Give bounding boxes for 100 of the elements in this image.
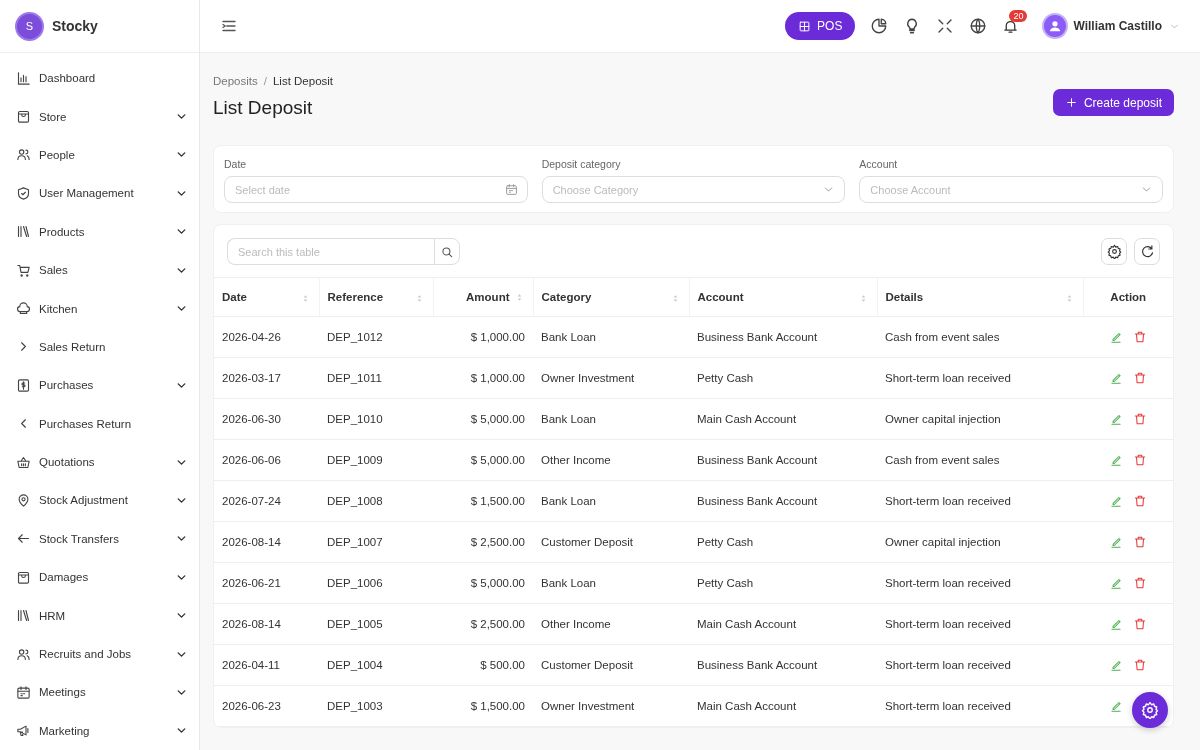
refresh-icon [1139,244,1155,259]
trash-icon[interactable] [1133,658,1147,672]
sidebar-item[interactable]: Recruits and Jobs [0,634,199,674]
megaphone-icon [16,723,31,739]
search-icon [440,244,454,259]
table-cell: DEP_1008 [319,480,433,522]
table-cell: 2026-06-30 [214,398,319,440]
sidebar-item[interactable]: Kitchen [0,289,199,328]
table-cell: Petty Cash [689,357,877,399]
bag-icon [16,569,31,585]
edit-icon[interactable] [1109,535,1123,549]
table-cell: Business Bank Account [689,644,877,686]
sidebar-item[interactable]: Purchases [0,366,199,405]
field-label: Deposit category [541,158,622,170]
table-cell: DEP_1005 [319,603,433,645]
table-cell: DEP_1011 [319,357,433,399]
sidebar-item[interactable]: Products [0,212,199,251]
bag-icon [16,109,31,125]
select-field[interactable]: Choose Category [541,176,846,203]
edit-icon[interactable] [1109,658,1123,672]
edit-icon[interactable] [1109,494,1123,508]
people-icon [16,147,31,163]
sidebar-item[interactable]: User Management [0,174,199,213]
date-field[interactable]: Select date [224,176,528,203]
table-cell: Owner capital injection [877,521,1083,563]
sidebar-item[interactable]: Sales [0,250,199,290]
sidebar-item[interactable]: Quotations [0,442,199,482]
trash-icon[interactable] [1133,330,1147,344]
trash-icon[interactable] [1133,371,1147,385]
table-cell: $ 5,000.00 [433,398,533,440]
trash-icon[interactable] [1133,494,1147,508]
trash-icon[interactable] [1133,535,1147,549]
field-label: Account [859,158,899,170]
column-header[interactable]: Reference [319,277,433,317]
table-cell: Bank Loan [533,398,689,440]
pie-chart-icon[interactable] [870,17,889,35]
select-field[interactable]: Choose Account [859,176,1163,203]
sidebar-item[interactable]: Sales Return [0,327,199,367]
column-header[interactable]: Amount [433,277,533,317]
chart-icon [16,70,31,86]
settings-button[interactable] [1101,238,1127,265]
table-cell: Short-term loan received [877,562,1083,604]
sidebar-item[interactable]: Marketing [0,711,199,750]
sidebar-item[interactable]: Stock Adjustment [0,481,199,520]
globe-icon[interactable] [969,17,988,35]
chef-hat-icon [16,301,31,317]
edit-icon[interactable] [1109,699,1123,713]
trash-icon[interactable] [1133,617,1147,631]
create-button[interactable]: Create deposit [1052,89,1174,116]
table-cell: Main Cash Account [689,603,877,645]
table-cell: Owner capital injection [877,398,1083,440]
calendar-icon [16,684,31,700]
people-icon [16,646,31,662]
table-cell: 2026-04-26 [214,316,319,358]
table-cell: Bank Loan [533,562,689,604]
table-cell: Cash from event sales [877,316,1083,358]
edit-icon[interactable] [1109,576,1123,590]
edit-icon[interactable] [1109,412,1123,426]
table-cell: DEP_1004 [319,644,433,686]
edit-icon[interactable] [1109,453,1123,467]
column-header[interactable]: Details [877,277,1083,317]
table-cell: 2026-06-21 [214,562,319,604]
sidebar-item[interactable]: Dashboard [0,59,199,98]
refresh-button[interactable] [1134,238,1160,265]
sidebar-item[interactable]: People [0,135,199,175]
search-button[interactable] [434,238,460,265]
table-cell: Customer Deposit [533,521,689,563]
search-field[interactable]: Search this table [227,238,434,265]
trash-icon[interactable] [1133,412,1147,426]
books-icon [16,608,31,624]
cart-icon [16,262,31,278]
table-cell: 2026-06-06 [214,439,319,481]
brand-name: Stocky [52,18,98,34]
trash-icon[interactable] [1133,576,1147,590]
sidebar-item[interactable]: Stock Transfers [0,519,199,559]
column-header[interactable]: Date [214,277,319,317]
table-cell: Short-term loan received [877,603,1083,645]
trash-icon[interactable] [1133,453,1147,467]
sidebar-item[interactable]: Damages [0,558,199,597]
edit-icon[interactable] [1109,330,1123,344]
table-cell: $ 5,000.00 [433,439,533,481]
column-header[interactable]: Account [689,277,877,317]
breadcrumb-link[interactable]: Deposits [213,75,258,87]
table-cell: DEP_1003 [319,685,433,727]
sidebar-item[interactable]: Meetings [0,673,199,712]
dollar-icon [16,377,31,393]
notification-badge: 20 [1009,9,1028,22]
sidebar-item[interactable]: Purchases Return [0,404,199,443]
table-cell: Bank Loan [533,480,689,522]
column-header[interactable]: Category [533,277,689,317]
field-label: Date [224,158,248,170]
edit-icon[interactable] [1109,617,1123,631]
sidebar-item[interactable]: Store [0,97,199,136]
table-cell: 2026-07-24 [214,480,319,522]
pos-button[interactable]: POS [785,12,856,40]
table-cell: DEP_1007 [319,521,433,563]
user-menu[interactable]: William Castillo [1044,15,1180,37]
sidebar-item[interactable]: HRM [0,596,199,635]
table-cell: 2026-06-23 [214,685,319,727]
edit-icon[interactable] [1109,371,1123,385]
